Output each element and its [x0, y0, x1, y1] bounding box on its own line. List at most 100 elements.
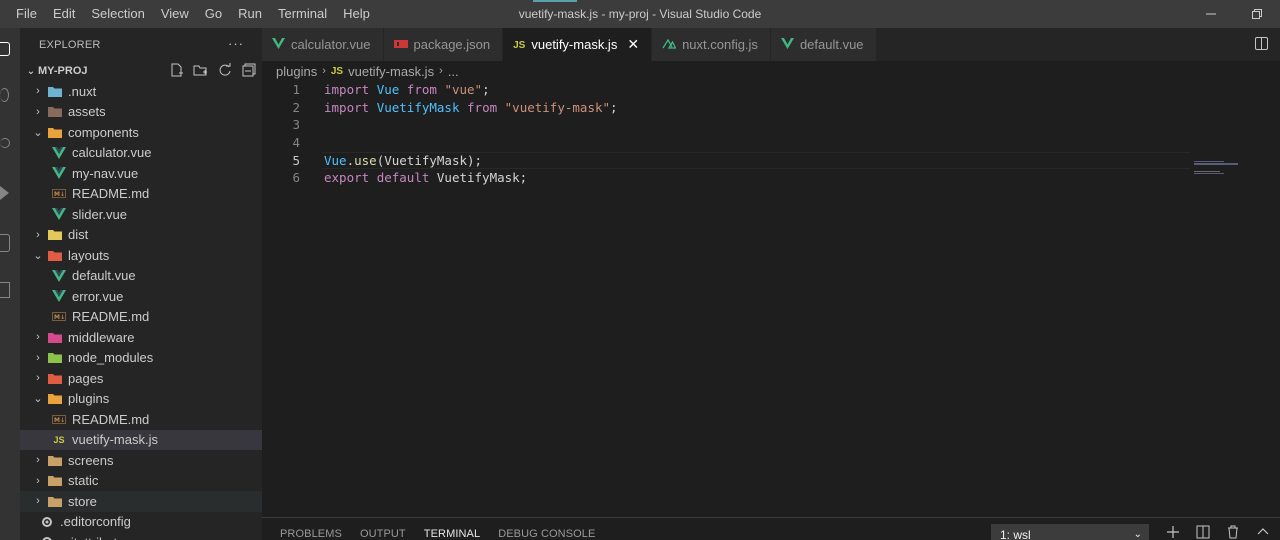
- file-item[interactable]: my-nav.vue: [20, 163, 262, 184]
- nuxt-icon: [662, 38, 677, 52]
- folder-item[interactable]: ⌄ components: [20, 122, 262, 143]
- editor-tab[interactable]: default.vue: [770, 28, 877, 61]
- file-item[interactable]: M↓ README.md: [20, 409, 262, 430]
- extensions-icon[interactable]: [0, 282, 10, 298]
- folder-icon: [48, 352, 62, 364]
- folder-item[interactable]: › screens: [20, 450, 262, 471]
- menu-edit[interactable]: Edit: [45, 0, 83, 28]
- folder-item[interactable]: › middleware: [20, 327, 262, 348]
- folder-item[interactable]: › node_modules: [20, 348, 262, 369]
- code-line[interactable]: 1 import Vue from "vue";: [262, 81, 1280, 99]
- file-item[interactable]: .editorconfig: [20, 512, 262, 533]
- breadcrumb-symbols[interactable]: ...: [448, 64, 459, 79]
- code-token: export: [324, 170, 370, 186]
- folder-item[interactable]: › assets: [20, 102, 262, 123]
- file-item[interactable]: error.vue: [20, 286, 262, 307]
- chevron-down-icon: ⌄: [26, 65, 36, 77]
- code-text: Vue.use(VuetifyMask);: [324, 152, 482, 170]
- file-item[interactable]: slider.vue: [20, 204, 262, 225]
- editor-tab[interactable]: package.json: [383, 28, 504, 61]
- remote-explorer-icon[interactable]: [0, 234, 10, 252]
- svg-text:M↓: M↓: [54, 417, 65, 424]
- tree-item-label: error.vue: [72, 288, 124, 304]
- menu-selection[interactable]: Selection: [83, 0, 152, 28]
- file-item[interactable]: JS vuetify-mask.js: [20, 429, 262, 450]
- menu-view[interactable]: View: [153, 0, 197, 28]
- run-debug-icon[interactable]: [0, 186, 9, 200]
- code-line[interactable]: 4: [262, 134, 1280, 152]
- folder-item[interactable]: › .nuxt: [20, 81, 262, 102]
- folder-item[interactable]: › store: [20, 491, 262, 512]
- menu-terminal[interactable]: Terminal: [270, 0, 335, 28]
- folder-item[interactable]: ⌄ layouts: [20, 245, 262, 266]
- minimap[interactable]: [1194, 161, 1274, 175]
- file-item[interactable]: .gitattributes: [20, 532, 262, 540]
- source-control-icon[interactable]: [0, 138, 10, 148]
- menu-help[interactable]: Help: [335, 0, 378, 28]
- explorer-actions: [169, 63, 256, 77]
- file-item[interactable]: M↓ README.md: [20, 307, 262, 328]
- file-item[interactable]: calculator.vue: [20, 143, 262, 164]
- tree-item-label: components: [68, 124, 139, 140]
- terminal-select[interactable]: 1: wsl ⌄: [991, 524, 1149, 540]
- menu-go[interactable]: Go: [197, 0, 230, 28]
- code-token: ;: [482, 82, 490, 97]
- panel-tab-debug-console[interactable]: DEBUG CONSOLE: [498, 528, 595, 540]
- folder-icon: [48, 249, 62, 261]
- split-editor-icon[interactable]: [1255, 37, 1268, 50]
- markdown-file-icon: M↓: [52, 311, 66, 323]
- search-icon[interactable]: [0, 88, 9, 102]
- trash-icon[interactable]: [1225, 524, 1241, 540]
- editor-tab[interactable]: calculator.vue: [262, 28, 384, 61]
- activity-bar: [0, 28, 20, 540]
- close-icon[interactable]: ✕: [627, 36, 639, 53]
- code-token: (VuetifyMask);: [376, 152, 483, 168]
- vue-file-icon: [52, 146, 66, 159]
- folder-item[interactable]: › dist: [20, 225, 262, 246]
- code-text: import Vue from "vue";: [324, 81, 490, 99]
- code-line[interactable]: 5 Vue.use(VuetifyMask);: [262, 151, 1280, 170]
- vue-file-icon: [780, 37, 794, 52]
- chevron-right-icon: ›: [322, 65, 326, 77]
- new-folder-icon[interactable]: [193, 63, 208, 77]
- collapse-all-icon[interactable]: [242, 63, 256, 77]
- tree-item-label: plugins: [68, 391, 110, 407]
- chevron-up-icon[interactable]: [1255, 524, 1271, 540]
- folder-item[interactable]: › pages: [20, 368, 262, 389]
- panel-tab-problems[interactable]: PROBLEMS: [280, 528, 342, 540]
- code-token: import: [324, 82, 370, 97]
- tab-label: calculator.vue: [291, 37, 371, 52]
- menu-run[interactable]: Run: [230, 0, 270, 28]
- split-terminal-icon[interactable]: [1195, 524, 1211, 540]
- code-line[interactable]: 2 import VuetifyMask from "vuetify-mask";: [262, 99, 1280, 117]
- menu-file[interactable]: File: [8, 0, 45, 28]
- folder-item[interactable]: › static: [20, 471, 262, 492]
- chevron-right-icon: ›: [36, 372, 40, 385]
- workspace-section[interactable]: ⌄ MY-PROJ: [20, 61, 262, 81]
- refresh-icon[interactable]: [218, 63, 232, 77]
- code-line[interactable]: 6 export default VuetifyMask;: [262, 169, 1280, 187]
- new-file-icon[interactable]: [169, 63, 183, 77]
- more-actions-icon[interactable]: ···: [228, 36, 244, 51]
- tree-item-label: middleware: [68, 329, 135, 345]
- tab-label: package.json: [413, 37, 491, 52]
- restore-button[interactable]: [1234, 0, 1280, 28]
- code-line[interactable]: 3: [262, 116, 1280, 134]
- minimize-button[interactable]: [1188, 0, 1234, 28]
- explorer-icon[interactable]: [0, 42, 10, 56]
- folder-item[interactable]: ⌄ plugins: [20, 389, 262, 410]
- chevron-right-icon: ›: [36, 85, 40, 98]
- breadcrumb-file[interactable]: vuetify-mask.js: [348, 64, 434, 79]
- editor-tab[interactable]: nuxt.config.js: [652, 28, 771, 61]
- file-item[interactable]: M↓ README.md: [20, 184, 262, 205]
- editor-tab[interactable]: JS vuetify-mask.js ✕: [503, 28, 653, 61]
- file-item[interactable]: default.vue: [20, 266, 262, 287]
- folder-icon: [48, 475, 62, 487]
- code-editor[interactable]: 1 import Vue from "vue"; 2 import VuetifyMa…: [262, 81, 1280, 517]
- breadcrumb-folder[interactable]: plugins: [276, 64, 317, 79]
- panel-tab-terminal[interactable]: TERMINAL: [424, 528, 480, 540]
- plus-icon[interactable]: [1165, 524, 1181, 540]
- panel-tab-output[interactable]: OUTPUT: [360, 528, 406, 540]
